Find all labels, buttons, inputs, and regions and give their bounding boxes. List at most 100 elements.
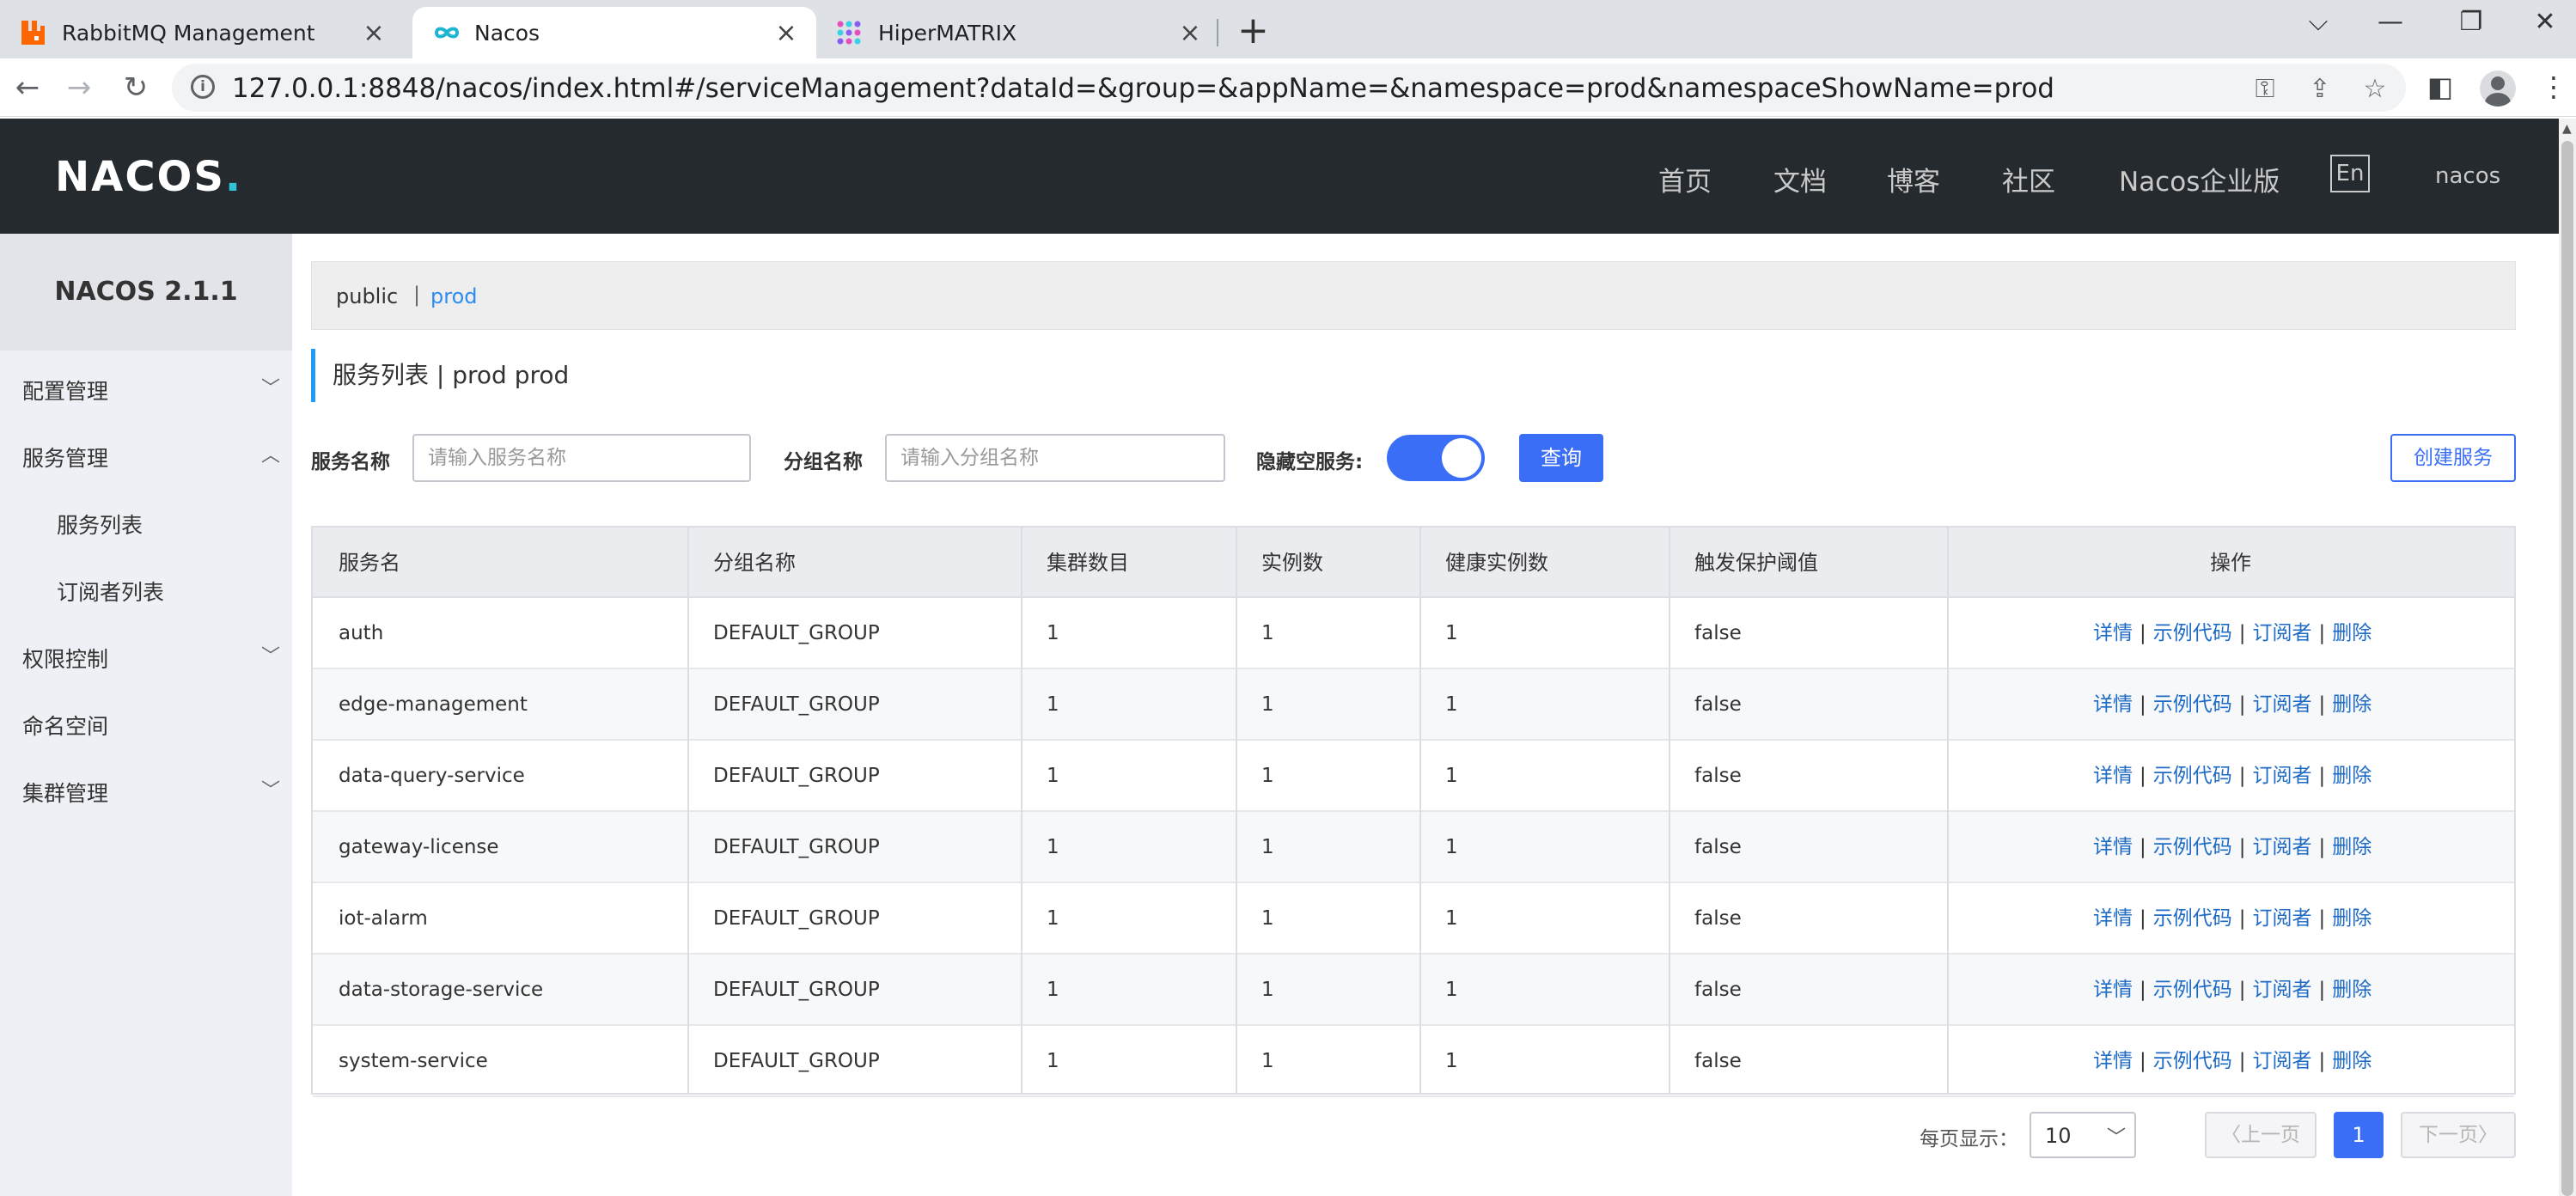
sidebar-item-config-management[interactable]: 配置管理 ﹀ xyxy=(0,354,292,421)
service-name-input[interactable] xyxy=(412,434,751,482)
sample-code-link[interactable]: 示例代码 xyxy=(2153,979,2232,1001)
search-button[interactable]: 查询 xyxy=(1519,434,1603,482)
share-icon[interactable]: ⇪ xyxy=(2303,74,2337,104)
cell-service-name: iot-alarm xyxy=(339,907,428,930)
sidebar-item-namespace[interactable]: 命名空间 xyxy=(0,689,292,756)
sample-code-link[interactable]: 示例代码 xyxy=(2153,765,2232,787)
delete-link[interactable]: 删除 xyxy=(2332,836,2372,858)
page-size-select[interactable]: 10 ﹀ xyxy=(2030,1112,2136,1158)
detail-link[interactable]: 详情 xyxy=(2093,907,2133,930)
scrollbar-thumb[interactable] xyxy=(2561,141,2573,1196)
namespace-public[interactable]: public xyxy=(336,284,398,308)
detail-link[interactable]: 详情 xyxy=(2093,693,2133,716)
subscribers-link[interactable]: 订阅者 xyxy=(2253,907,2312,930)
current-page-button[interactable]: 1 xyxy=(2334,1112,2384,1158)
table-row: iot-alarm DEFAULT_GROUP 1 1 1 false 详情 | 示例代码 | 订阅… xyxy=(313,883,2514,955)
sample-code-link[interactable]: 示例代码 xyxy=(2153,622,2232,644)
scroll-up-arrow-icon[interactable]: ▲ xyxy=(2562,122,2572,136)
close-tab-icon[interactable]: × xyxy=(1177,18,1203,48)
user-menu[interactable]: nacos xyxy=(2435,163,2500,189)
sidebar-item-subscriber-list[interactable]: 订阅者列表 xyxy=(0,555,292,622)
cell-cluster-count: 1 xyxy=(1047,622,1059,644)
close-tab-icon[interactable]: × xyxy=(773,18,799,48)
chevron-down-icon: ﹀ xyxy=(261,378,281,400)
detail-link[interactable]: 详情 xyxy=(2093,836,2133,858)
browser-menu-icon[interactable]: ⋮ xyxy=(2535,70,2573,103)
sample-code-link[interactable]: 示例代码 xyxy=(2153,693,2232,716)
nav-docs[interactable]: 文档 xyxy=(1773,160,1827,198)
hide-empty-services-toggle[interactable] xyxy=(1387,435,1485,481)
nav-community[interactable]: 社区 xyxy=(2002,160,2055,198)
row-operations: 详情 | 示例代码 | 订阅者 | 删除 xyxy=(2093,955,2372,1025)
table-row: data-query-service DEFAULT_GROUP 1 1 1 false 详… xyxy=(313,741,2514,812)
next-page-button[interactable]: 下一页〉 xyxy=(2401,1112,2516,1158)
browser-tab-rabbitmq[interactable]: RabbitMQ Management × xyxy=(0,7,404,58)
cell-instance-count: 1 xyxy=(1261,693,1274,716)
subscribers-link[interactable]: 订阅者 xyxy=(2253,765,2312,787)
column-header-instance-count: 实例数 xyxy=(1261,551,1323,575)
password-key-icon[interactable]: ⚿ xyxy=(2248,74,2282,104)
sample-code-link[interactable]: 示例代码 xyxy=(2153,907,2232,930)
delete-link[interactable]: 删除 xyxy=(2332,693,2372,716)
delete-link[interactable]: 删除 xyxy=(2332,979,2372,1001)
restore-icon[interactable]: ❐ xyxy=(2445,7,2497,37)
rabbitmq-favicon-icon xyxy=(19,19,46,46)
operation-separator: | xyxy=(2140,622,2146,644)
subscribers-link[interactable]: 订阅者 xyxy=(2253,1050,2312,1072)
sample-code-link[interactable]: 示例代码 xyxy=(2153,1050,2232,1072)
back-icon[interactable]: ← xyxy=(9,70,46,105)
language-switch-button[interactable]: En xyxy=(2330,155,2370,192)
detail-link[interactable]: 详情 xyxy=(2093,979,2133,1001)
hide-empty-services-label: 隐藏空服务: xyxy=(1256,451,1364,473)
column-divider xyxy=(1236,528,1237,1093)
site-info-icon[interactable]: i xyxy=(191,75,215,99)
delete-link[interactable]: 删除 xyxy=(2332,622,2372,644)
cell-service-name: data-query-service xyxy=(339,765,525,787)
detail-link[interactable]: 详情 xyxy=(2093,765,2133,787)
page-size-label: 每页显示： xyxy=(1920,1128,2018,1150)
detail-link[interactable]: 详情 xyxy=(2093,1050,2133,1072)
delete-link[interactable]: 删除 xyxy=(2332,1050,2372,1072)
subscribers-link[interactable]: 订阅者 xyxy=(2253,836,2312,858)
sidebar-item-service-list[interactable]: 服务列表 xyxy=(0,488,292,555)
new-tab-icon[interactable]: + xyxy=(1237,9,1269,52)
group-name-input[interactable] xyxy=(885,434,1225,482)
bookmark-star-icon[interactable]: ☆ xyxy=(2358,74,2392,104)
reload-icon[interactable]: ↻ xyxy=(117,70,155,105)
address-bar[interactable]: i 127.0.0.1:8848/nacos/index.html#/servi… xyxy=(172,64,2406,112)
delete-link[interactable]: 删除 xyxy=(2332,907,2372,930)
prev-page-button[interactable]: 〈上一页 xyxy=(2205,1112,2317,1158)
tab-search-chevron-icon[interactable]: ⌵ xyxy=(2292,7,2344,37)
nav-blog[interactable]: 博客 xyxy=(1887,160,1940,198)
namespace-prod[interactable]: prod xyxy=(430,284,478,308)
forward-icon[interactable]: → xyxy=(60,70,98,105)
subscribers-link[interactable]: 订阅者 xyxy=(2253,979,2312,1001)
minimize-icon[interactable]: — xyxy=(2365,7,2416,37)
sidebar-item-service-management[interactable]: 服务管理 ︿ xyxy=(0,421,292,488)
close-tab-icon[interactable]: × xyxy=(361,18,387,48)
sample-code-link[interactable]: 示例代码 xyxy=(2153,836,2232,858)
create-service-button[interactable]: 创建服务 xyxy=(2390,434,2516,482)
browser-tab-nacos[interactable]: Nacos × xyxy=(412,7,816,58)
sidebar-item-access-control[interactable]: 权限控制 ﹀ xyxy=(0,622,292,689)
profile-avatar-icon[interactable] xyxy=(2480,70,2516,107)
nav-enterprise[interactable]: Nacos企业版 xyxy=(2119,160,2280,198)
page-scrollbar[interactable]: ▲ xyxy=(2559,119,2576,1196)
side-panel-icon[interactable]: ◧ xyxy=(2421,70,2459,103)
chevron-down-icon: ﹀ xyxy=(2107,1127,2127,1149)
url-text[interactable]: 127.0.0.1:8848/nacos/index.html#/service… xyxy=(232,73,2054,104)
cell-healthy-instances: 1 xyxy=(1445,907,1458,930)
cell-service-name: auth xyxy=(339,622,384,644)
detail-link[interactable]: 详情 xyxy=(2093,622,2133,644)
sidebar-item-cluster-management[interactable]: 集群管理 ﹀ xyxy=(0,756,292,823)
close-window-icon[interactable]: ✕ xyxy=(2519,7,2571,37)
browser-tab-hipermatrix[interactable]: HiperMATRIX × xyxy=(816,7,1220,58)
sidebar-item-label: 服务管理 xyxy=(22,446,109,471)
nacos-logo[interactable]: NACOS. xyxy=(55,153,242,201)
chevron-down-icon: ﹀ xyxy=(261,646,281,668)
nav-home[interactable]: 首页 xyxy=(1658,160,1712,198)
delete-link[interactable]: 删除 xyxy=(2332,765,2372,787)
subscribers-link[interactable]: 订阅者 xyxy=(2253,693,2312,716)
cell-group-name: DEFAULT_GROUP xyxy=(713,1050,880,1072)
subscribers-link[interactable]: 订阅者 xyxy=(2253,622,2312,644)
